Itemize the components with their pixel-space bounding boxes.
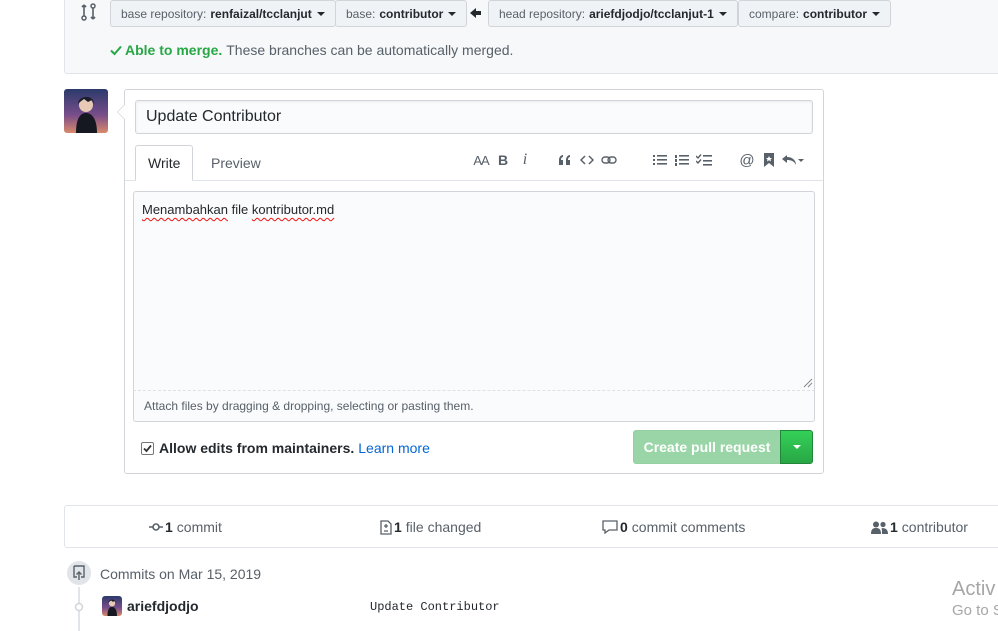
bold-icon[interactable]: B: [492, 151, 514, 169]
commits-summary[interactable]: 1 commit: [149, 519, 222, 535]
code-icon[interactable]: [576, 151, 598, 169]
merge-ok-text: Able to merge.: [125, 42, 223, 58]
reply-icon[interactable]: [780, 151, 806, 169]
commit-node-icon: [74, 602, 84, 612]
check-icon: [143, 444, 152, 452]
learn-more-link[interactable]: Learn more: [358, 440, 430, 456]
tab-write-label: Write: [148, 155, 181, 171]
contributors-label: contributor: [901, 519, 968, 535]
merge-description: These branches can be automatically merg…: [226, 42, 514, 58]
allow-edits-label: Allow edits from maintainers.: [159, 440, 355, 456]
base-repository-label: base repository:: [121, 6, 207, 21]
chevron-down-icon: [448, 11, 457, 16]
markdown-toolbar-text-group: AA B i: [470, 150, 536, 170]
allow-edits-checkbox[interactable]: [141, 441, 154, 455]
avatar-image: [102, 596, 122, 616]
comments-count: 0: [620, 519, 628, 535]
merge-status: Able to merge. These branches can be aut…: [110, 42, 513, 58]
body-text-word: Menambahkan: [142, 202, 228, 217]
comment-icon: [602, 520, 618, 534]
commits-label: commit: [176, 519, 222, 535]
tab-write[interactable]: Write: [135, 145, 194, 181]
chevron-down-icon: [872, 11, 881, 16]
commit-author-link[interactable]: ariefdjodjo: [127, 598, 199, 614]
comments-label: commit comments: [631, 519, 746, 535]
compare-branch-select[interactable]: compare: contributor: [738, 0, 892, 27]
commits-date-heading: Commits on Mar 15, 2019: [100, 566, 262, 582]
repo-push-icon: [73, 565, 85, 580]
create-pull-request-button[interactable]: Create pull request: [633, 430, 781, 464]
file-diff-icon: [380, 519, 392, 535]
ordered-list-icon[interactable]: [671, 151, 693, 169]
markdown-toolbar-meta-group: @: [736, 150, 806, 170]
unordered-list-icon[interactable]: [649, 151, 671, 169]
comments-summary[interactable]: 0 commit comments: [602, 519, 745, 535]
markdown-toolbar-insert-group: [554, 150, 620, 170]
files-label: file changed: [405, 519, 482, 535]
commit-message-link[interactable]: Update Contributor: [370, 600, 500, 614]
compare-branch-label: compare:: [749, 6, 800, 21]
watermark-line-1: Activ: [952, 578, 996, 600]
check-icon: [110, 45, 122, 56]
body-text-word: kontributor.md: [251, 202, 335, 217]
quote-icon[interactable]: [554, 151, 576, 169]
files-summary[interactable]: 1 file changed: [380, 519, 481, 535]
base-branch-label: base:: [346, 6, 376, 21]
allow-edits-row: Allow edits from maintainers. Learn more: [141, 440, 430, 456]
arrow-left-icon: [470, 8, 481, 18]
head-repository-value: ariefdjodjo/tcclanjut-1: [589, 6, 714, 21]
title-input[interactable]: [135, 100, 813, 134]
compare-branch-value: contributor: [803, 6, 868, 21]
create-pull-request-label: Create pull request: [643, 439, 771, 455]
commit-icon: [149, 523, 163, 531]
contributors-count: 1: [890, 519, 898, 535]
form-pointer-inner: [118, 105, 125, 119]
mention-icon[interactable]: @: [736, 151, 758, 169]
files-count: 1: [394, 519, 402, 535]
chevron-down-icon: [792, 445, 801, 449]
contributors-summary[interactable]: 1 contributor: [871, 519, 968, 535]
create-pull-request-dropdown[interactable]: [780, 430, 813, 464]
people-icon: [871, 521, 888, 534]
attach-files-bar[interactable]: Attach files by dragging & dropping, sel…: [133, 391, 815, 422]
commit-author-avatar[interactable]: [102, 596, 122, 616]
base-branch-value: contributor: [379, 6, 444, 21]
chevron-down-icon: [718, 11, 727, 16]
activation-watermark: Activ Go to S: [952, 578, 998, 622]
watermark-line-2: Go to S: [952, 602, 998, 619]
saved-reply-bookmark-icon[interactable]: [758, 151, 780, 169]
base-branch-select[interactable]: base: contributor: [335, 0, 468, 27]
body-text-word: file: [228, 202, 252, 217]
avatar-image: [64, 89, 108, 133]
base-repository-value: renfaizal/tcclanjut: [210, 6, 312, 21]
commits-badge: [65, 559, 93, 587]
tab-preview[interactable]: Preview: [199, 145, 273, 181]
header-icon[interactable]: AA: [470, 151, 492, 169]
avatar[interactable]: [64, 89, 108, 133]
tab-preview-label: Preview: [211, 155, 261, 171]
base-repository-select[interactable]: base repository: renfaizal/tcclanjut: [110, 0, 336, 27]
attach-hint: Attach files by dragging & dropping, sel…: [144, 399, 474, 413]
task-list-icon[interactable]: [693, 151, 715, 169]
chevron-down-icon: [316, 11, 325, 16]
link-icon[interactable]: [598, 151, 620, 169]
commits-count: 1: [165, 519, 173, 535]
head-repository-select[interactable]: head repository: ariefdjodjo/tcclanjut-1: [488, 0, 738, 27]
body-textarea[interactable]: Menambahkan file kontributor.md: [133, 191, 815, 391]
resize-grip-icon[interactable]: [803, 378, 813, 388]
head-repository-label: head repository:: [499, 6, 586, 21]
git-compare-icon: [81, 3, 96, 21]
italic-icon[interactable]: i: [514, 151, 536, 169]
markdown-toolbar-list-group: [649, 150, 715, 170]
